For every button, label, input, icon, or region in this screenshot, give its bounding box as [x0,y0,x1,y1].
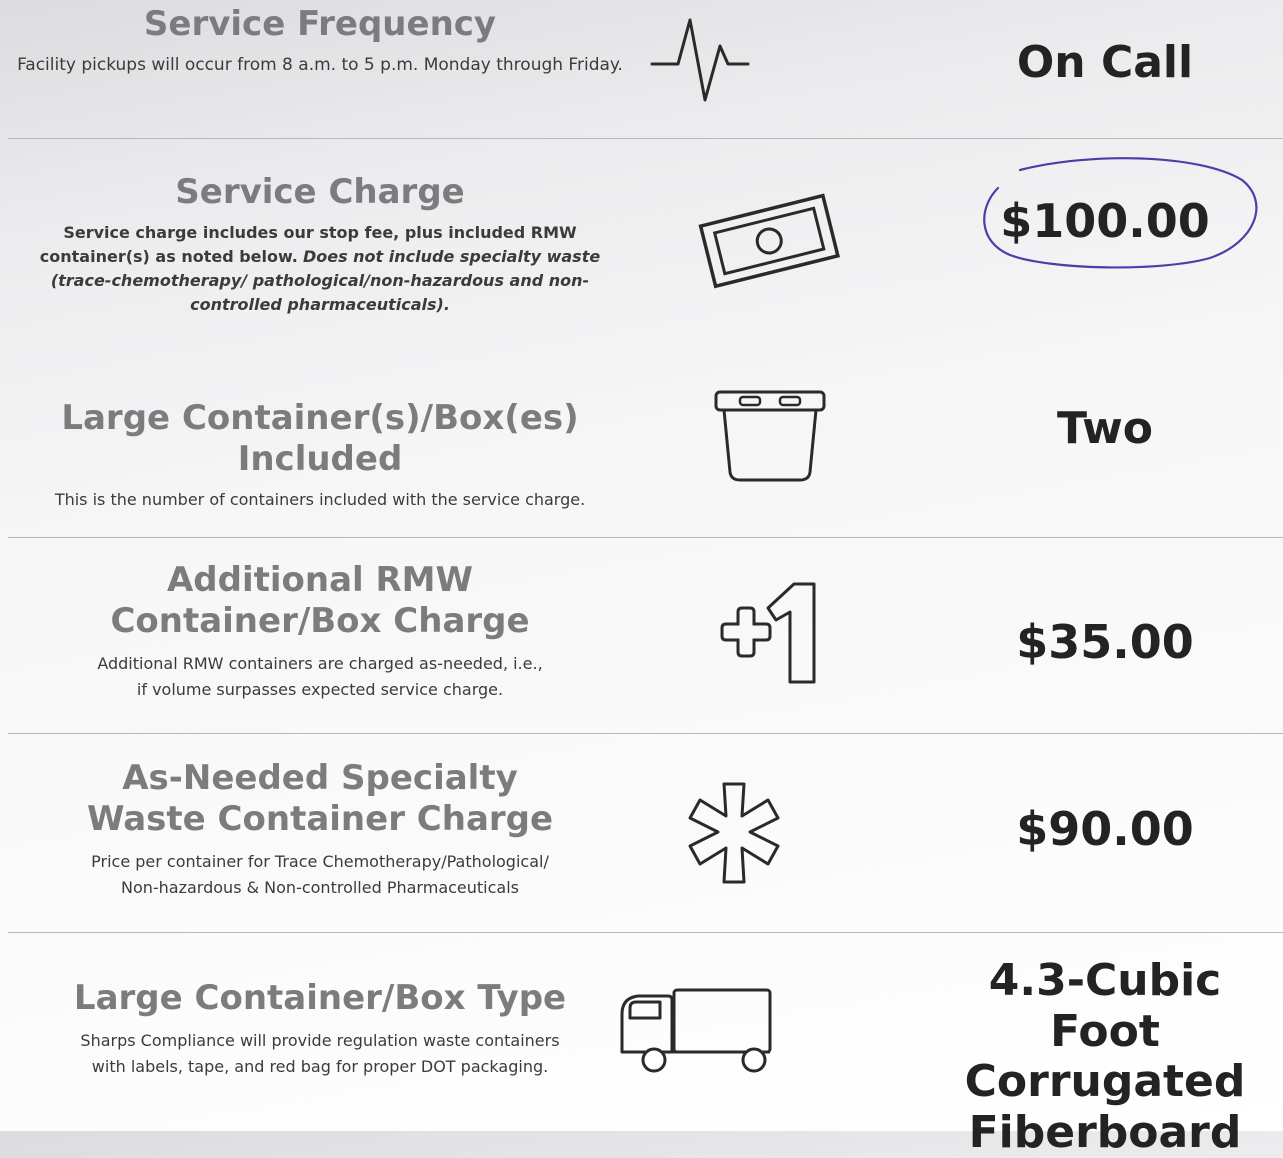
container-tub-icon [712,388,828,484]
container-type-value-line1: 4.3-Cubic Foot [988,955,1222,1057]
asterisk-icon [676,778,792,888]
specialty-waste-desc-line1: Price per container for Trace Chemothera… [91,851,549,871]
specialty-waste-desc-line2: Non-hazardous & Non-controlled Pharmaceu… [120,877,519,897]
containers-included-title: Large Container(s)/Box(es) Included [61,398,579,479]
delivery-truck-icon [616,984,776,1080]
additional-rmw-value: $35.00 [1016,615,1194,669]
divider [8,932,1283,933]
plus-one-icon [710,580,822,688]
container-type-desc-line2: with labels, tape, and red bag for prope… [91,1056,549,1076]
heartbeat-pulse-icon [650,14,750,104]
container-type-value-line2: Corrugated [964,1056,1246,1108]
money-bill-icon [696,190,842,290]
specialty-waste-title-line2: Waste Container Charge [86,798,554,839]
divider [8,138,1283,139]
container-type-desc-line1: Sharps Compliance will provide regulatio… [80,1030,560,1050]
additional-rmw-desc-line2: if volume surpasses expected service cha… [136,679,504,699]
divider [8,733,1283,734]
service-charge-value: $100.00 [1000,194,1210,248]
containers-included-desc: This is the number of containers include… [54,489,586,509]
service-charge-desc: Service charge includes our stop fee, pl… [10,221,630,317]
container-type-value-line3: Fiberboard [968,1106,1242,1158]
service-charge-title: Service Charge [175,172,465,212]
additional-rmw-desc-line1: Additional RMW containers are charged as… [97,653,543,673]
containers-included-value: Two [1056,403,1154,454]
specialty-waste-value: $90.00 [1016,802,1194,856]
service-frequency-value: On Call [1016,37,1194,88]
service-frequency-title: Service Frequency [143,4,497,44]
container-type-value: 4.3-Cubic Foot Corrugated Fiberboard [930,955,1280,1158]
additional-rmw-title-line1: Additional RMW [166,560,474,600]
divider [8,537,1283,538]
container-type-title: Large Container/Box Type [73,978,567,1018]
service-frequency-desc: Facility pickups will occur from 8 a.m. … [17,54,623,75]
additional-rmw-title-line2: Container/Box Charge [110,600,530,641]
specialty-waste-title-line1: As-Needed Specialty [122,758,518,798]
